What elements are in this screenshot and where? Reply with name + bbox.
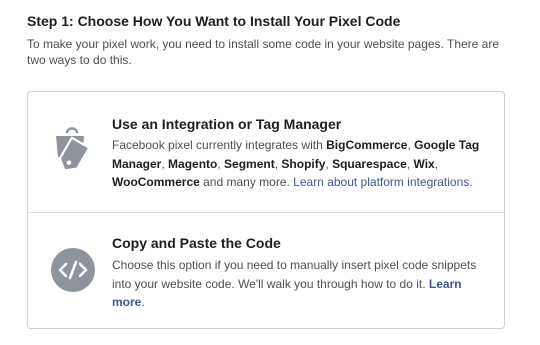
platform-name: Shopify xyxy=(281,156,326,171)
code-icon xyxy=(51,248,95,292)
shopping-bag-tag-icon xyxy=(56,127,91,170)
platform-name: Squarespace xyxy=(332,156,407,171)
step-description: To make your pixel work, you need to ins… xyxy=(27,37,500,67)
option-manual-install-title: Copy and Paste the Code xyxy=(112,235,281,251)
step-title: Step 1: Choose How You Want to Install Y… xyxy=(27,13,401,29)
option-manual-install-description: Choose this option if you need to manual… xyxy=(112,258,477,309)
platform-name: Segment xyxy=(224,156,275,171)
option-integration[interactable]: Use an Integration or Tag Manager Facebo… xyxy=(28,92,504,212)
option-integration-title: Use an Integration or Tag Manager xyxy=(112,116,342,132)
install-options-card: Use an Integration or Tag Manager Facebo… xyxy=(27,91,505,329)
platform-name: Wix xyxy=(413,156,435,171)
platform-integrations-link[interactable]: Learn about platform integrations xyxy=(293,175,469,189)
option-manual-install[interactable]: Copy and Paste the Code Choose this opti… xyxy=(28,212,504,328)
integration-intro-text: Facebook pixel currently integrates with xyxy=(112,138,327,152)
platform-name: BigCommerce xyxy=(326,138,408,152)
platform-name: WooCommerce xyxy=(112,175,200,189)
integration-outro-text: and many more. xyxy=(199,175,294,189)
option-integration-description: Facebook pixel currently integrates with… xyxy=(112,138,480,189)
platform-name: Magento xyxy=(168,156,218,171)
manual-install-text: Choose this option if you need to manual… xyxy=(112,258,477,291)
